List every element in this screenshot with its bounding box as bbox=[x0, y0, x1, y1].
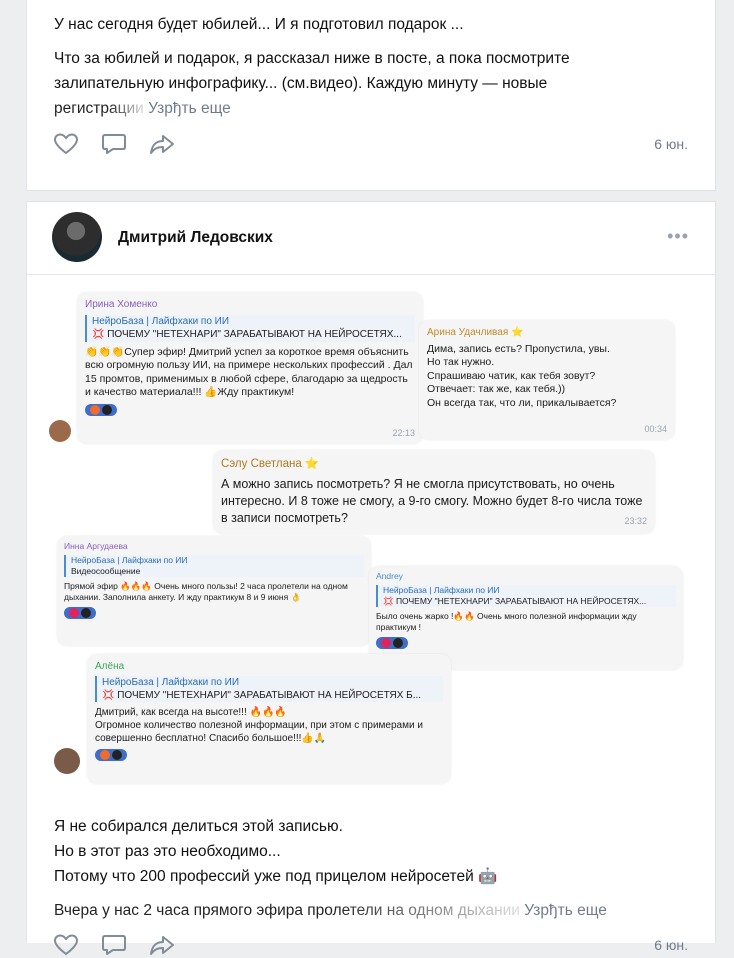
quote-title: НейроБаза | Лайфхаки по ИИ bbox=[71, 555, 188, 565]
share-icon bbox=[150, 135, 174, 154]
message-text: Отвечает: так же, как тебя.)) bbox=[427, 383, 566, 395]
quoted-message: НейроБаза | Лайфхаки по ИИ 💢 ПОЧЕМУ "НЕТ… bbox=[376, 585, 676, 607]
post-actions bbox=[51, 932, 177, 958]
post-card: Дмитрий Ледовских ••• Ирина Хоменко Нейр… bbox=[26, 201, 716, 956]
post-text-line: У нас сегодня будет юбилей... И я подгот… bbox=[54, 16, 464, 33]
reaction-badge bbox=[95, 749, 127, 761]
more-options-icon[interactable]: ••• bbox=[667, 226, 689, 247]
quote-subtitle: Видеосообщение bbox=[71, 566, 141, 576]
message-text: Спрашиваю чатик, как тебя зовут? bbox=[427, 369, 596, 382]
post-text-line: Что за юбилей и подарок, я рассказал ниж… bbox=[54, 50, 570, 67]
author-avatar[interactable] bbox=[52, 212, 102, 262]
message-text: Но так нужно. bbox=[427, 356, 495, 368]
share-button[interactable] bbox=[147, 932, 177, 958]
reaction-badge bbox=[85, 403, 117, 416]
sender-name: Алёна bbox=[95, 661, 125, 672]
quote-title: НейроБаза | Лайфхаки по ИИ bbox=[92, 315, 230, 327]
quote-subtitle: 💢 ПОЧЕМУ "НЕТЕХНАРИ" ЗАРАБАТЫВАЮТ НА НЕЙ… bbox=[92, 329, 402, 340]
quote-subtitle: 💢 ПОЧЕМУ "НЕТЕХНАРИ" ЗАРАБАТЫВАЮТ НА НЕЙ… bbox=[383, 596, 647, 606]
reaction-badge bbox=[376, 637, 408, 649]
message-text: Он всегда так, что ли, прикалывается? bbox=[427, 396, 617, 409]
comment-icon bbox=[102, 134, 126, 154]
user-avatar bbox=[49, 420, 71, 442]
message-text: 👏👏👏Супер эфир! Дмитрий успел за короткое… bbox=[85, 345, 413, 399]
sender-name: Инна Аргудаева bbox=[64, 541, 128, 551]
heart-icon bbox=[53, 133, 79, 155]
post-date[interactable]: 6 юн. bbox=[654, 136, 688, 152]
quote-title: НейроБаза | Лайфхаки по ИИ bbox=[383, 585, 500, 595]
chat-message: Арина Удачливая ⭐ Дима, запись есть? Про… bbox=[419, 320, 675, 440]
message-text: Дима, запись есть? Пропустила, увы. bbox=[427, 342, 610, 355]
chat-message: Алёна НейроБаза | Лайфхаки по ИИ 💢 ПОЧЕМ… bbox=[87, 654, 451, 784]
post-text-line: Потому что 200 профессий уже под прицело… bbox=[54, 868, 498, 885]
message-time: 23:32 bbox=[624, 516, 647, 526]
post-text-line: Но в этот раз это необходимо... bbox=[54, 843, 281, 860]
quote-title: НейроБаза | Лайфхаки по ИИ bbox=[102, 677, 240, 688]
post-text-line-truncated: Вчера у нас 2 часа прямого эфира пролете… bbox=[54, 898, 607, 923]
sender-name: Сэлу Светлана ⭐ bbox=[221, 458, 320, 470]
show-more-link[interactable]: Узрђть еще bbox=[524, 902, 607, 919]
post-card-previous: У нас сегодня будет юбилей... И я подгот… bbox=[26, 0, 716, 191]
share-button[interactable] bbox=[147, 131, 177, 157]
post-text-line: залипательную инфографику... (см.видео).… bbox=[54, 75, 548, 92]
show-more-link[interactable]: Узрђть еще bbox=[148, 100, 231, 117]
truncated-text: регистрации bbox=[54, 100, 144, 117]
message-text: Огромное количество полезной информации,… bbox=[95, 720, 423, 744]
post-image-collage[interactable]: Ирина Хоменко НейроБаза | Лайфхаки по ИИ… bbox=[27, 282, 715, 787]
like-button[interactable] bbox=[51, 131, 81, 157]
like-button[interactable] bbox=[51, 932, 81, 958]
chat-message: Ирина Хоменко НейроБаза | Лайфхаки по ИИ… bbox=[77, 292, 423, 444]
user-avatar bbox=[54, 748, 80, 774]
share-icon bbox=[150, 936, 174, 955]
quoted-message: НейроБаза | Лайфхаки по ИИ 💢 ПОЧЕМУ "НЕТ… bbox=[85, 314, 415, 342]
quoted-message: НейроБаза | Лайфхаки по ИИ 💢 ПОЧЕМУ "НЕТ… bbox=[95, 676, 443, 702]
heart-icon bbox=[53, 934, 79, 956]
message-time: 22:13 bbox=[392, 427, 415, 438]
quote-subtitle: 💢 ПОЧЕМУ "НЕТЕХНАРИ" ЗАРАБАТЫВАЮТ НА НЕЙ… bbox=[102, 690, 422, 701]
sender-name: Ирина Хоменко bbox=[85, 299, 158, 310]
post-actions bbox=[51, 131, 177, 157]
chat-message: Инна Аргудаева НейроБаза | Лайфхаки по И… bbox=[57, 536, 371, 646]
truncated-text: Вчера у нас 2 часа прямого эфира пролете… bbox=[54, 902, 520, 919]
quoted-message: НейроБаза | Лайфхаки по ИИ Видеосообщени… bbox=[64, 555, 364, 577]
message-text: Было очень жарко !🔥🔥 Очень много полезно… bbox=[376, 611, 637, 632]
comment-icon bbox=[102, 935, 126, 955]
message-text: А можно запись посмотреть? Я не смогла п… bbox=[221, 477, 643, 525]
post-header: Дмитрий Ледовских ••• bbox=[27, 202, 715, 275]
comment-button[interactable] bbox=[99, 131, 129, 157]
chat-message: Сэлу Светлана ⭐ А можно запись посмотрет… bbox=[213, 450, 655, 534]
comment-button[interactable] bbox=[99, 932, 129, 958]
sender-name: Арина Удачливая ⭐ bbox=[427, 327, 524, 338]
message-time: 00:34 bbox=[644, 423, 667, 434]
post-text-line-truncated: регистрации Узрђть еще bbox=[54, 96, 231, 121]
reaction-badge bbox=[64, 607, 96, 619]
post-date[interactable]: 6 юн. bbox=[654, 937, 688, 953]
author-name[interactable]: Дмитрий Ледовских bbox=[118, 229, 273, 247]
message-text: Прямой эфир 🔥🔥🔥 Очень много пользы! 2 ча… bbox=[64, 581, 348, 602]
sender-name: Andrey bbox=[376, 571, 403, 581]
message-text: Дмитрий, как всегда на высоте!!! 🔥🔥🔥 bbox=[95, 707, 287, 718]
post-text-line: Я не собирался делиться этой записью. bbox=[54, 818, 343, 835]
